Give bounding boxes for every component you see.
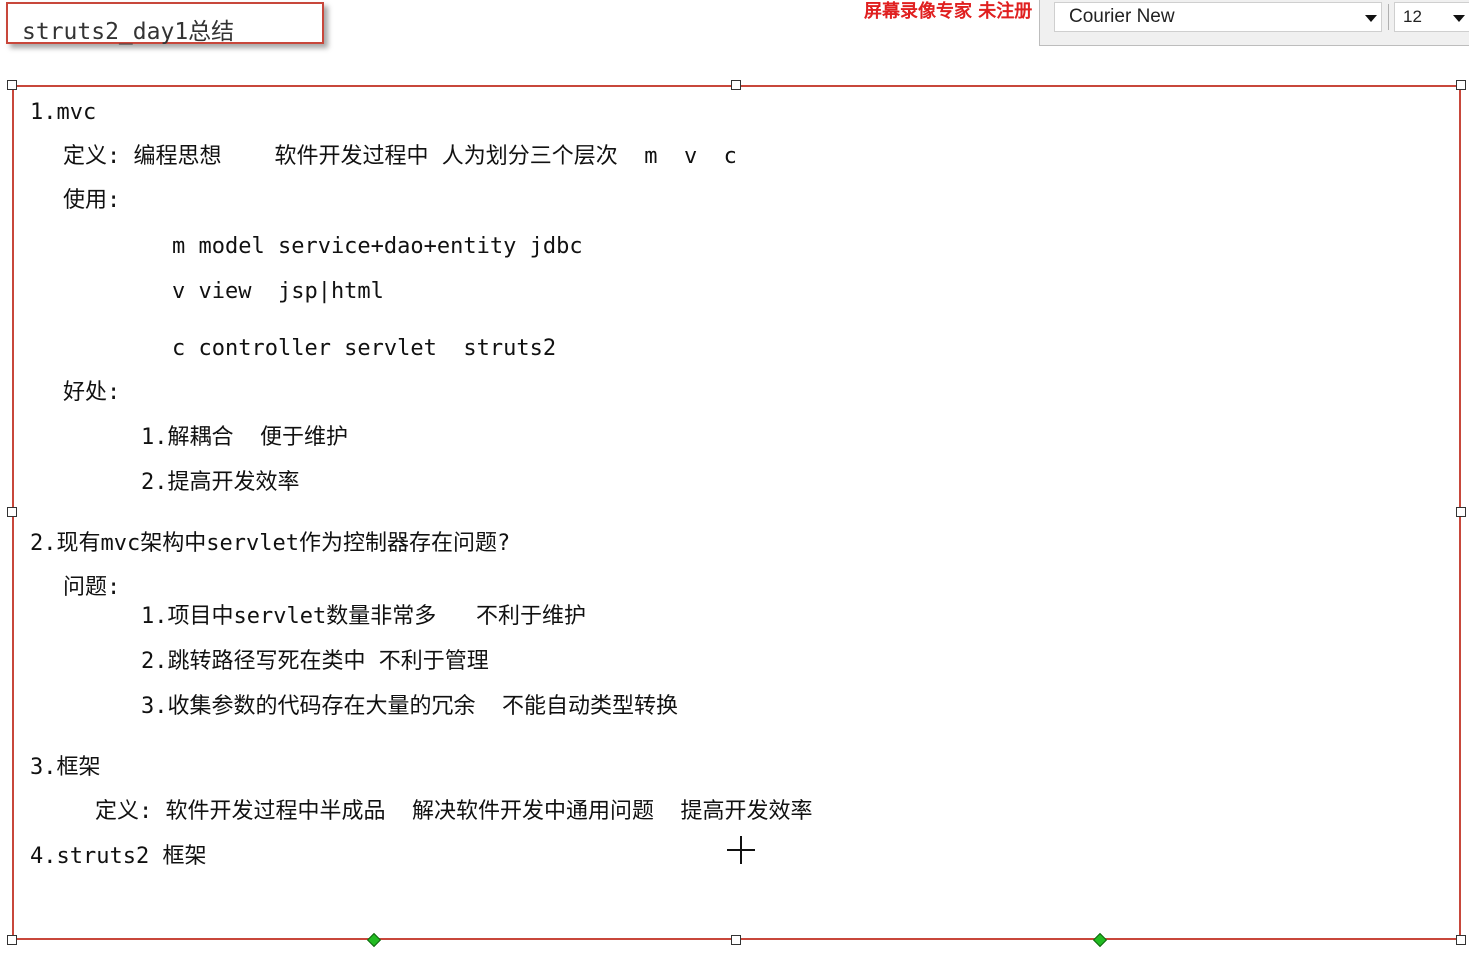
font-family-select[interactable]: Courier New bbox=[1054, 2, 1382, 32]
text-line: 定义: 编程思想 软件开发过程中 人为划分三个层次 m v c bbox=[63, 144, 737, 169]
font-toolbar: Courier New 12 bbox=[1039, 0, 1469, 46]
text-line: m model service+dao+entity jdbc bbox=[172, 234, 583, 259]
toolbar-divider bbox=[1388, 4, 1389, 30]
resize-handle-middle-left[interactable] bbox=[7, 507, 17, 517]
text-line: 3.框架 bbox=[30, 755, 101, 780]
watermark-text: 屏幕录像专家 未注册 bbox=[864, 1, 1033, 22]
text-line: c controller servlet struts2 bbox=[172, 336, 557, 361]
text-line: 1.解耦合 便于维护 bbox=[141, 425, 348, 450]
page-title: struts2_day1总结 bbox=[22, 19, 235, 45]
text-line: 4.struts2 框架 bbox=[30, 844, 207, 869]
text-line: 1.项目中servlet数量非常多 不利于维护 bbox=[141, 604, 586, 629]
crosshair-cursor-icon bbox=[727, 836, 755, 864]
text-line: 使用: bbox=[63, 188, 121, 213]
text-line: 2.提高开发效率 bbox=[141, 470, 300, 495]
text-line: 1.mvc bbox=[30, 100, 97, 125]
resize-handle-top-right[interactable] bbox=[1456, 80, 1466, 90]
resize-handle-middle-right[interactable] bbox=[1456, 507, 1466, 517]
chevron-down-icon[interactable] bbox=[1365, 15, 1377, 22]
resize-handle-top-center[interactable] bbox=[731, 80, 741, 90]
font-size-value: 12 bbox=[1403, 7, 1422, 26]
resize-handle-bottom-right[interactable] bbox=[1456, 935, 1466, 945]
text-line: 好处: bbox=[63, 380, 121, 405]
text-line: 定义: 软件开发过程中半成品 解决软件开发中通用问题 提高开发效率 bbox=[95, 799, 813, 824]
font-family-value: Courier New bbox=[1069, 6, 1175, 27]
title-box[interactable]: struts2_day1总结 bbox=[6, 2, 324, 45]
resize-handle-top-left[interactable] bbox=[7, 80, 17, 90]
text-line: 2.跳转路径写死在类中 不利于管理 bbox=[141, 649, 489, 674]
text-line: v view jsp|html bbox=[172, 279, 384, 304]
resize-handle-bottom-center[interactable] bbox=[731, 935, 741, 945]
text-line: 2.现有mvc架构中servlet作为控制器存在问题? bbox=[30, 531, 511, 556]
text-line: 3.收集参数的代码存在大量的冗余 不能自动类型转换 bbox=[141, 694, 678, 719]
font-size-select[interactable]: 12 bbox=[1394, 2, 1469, 32]
text-line: 问题: bbox=[63, 575, 121, 600]
chevron-down-icon[interactable] bbox=[1453, 15, 1465, 22]
resize-handle-bottom-left[interactable] bbox=[7, 935, 17, 945]
